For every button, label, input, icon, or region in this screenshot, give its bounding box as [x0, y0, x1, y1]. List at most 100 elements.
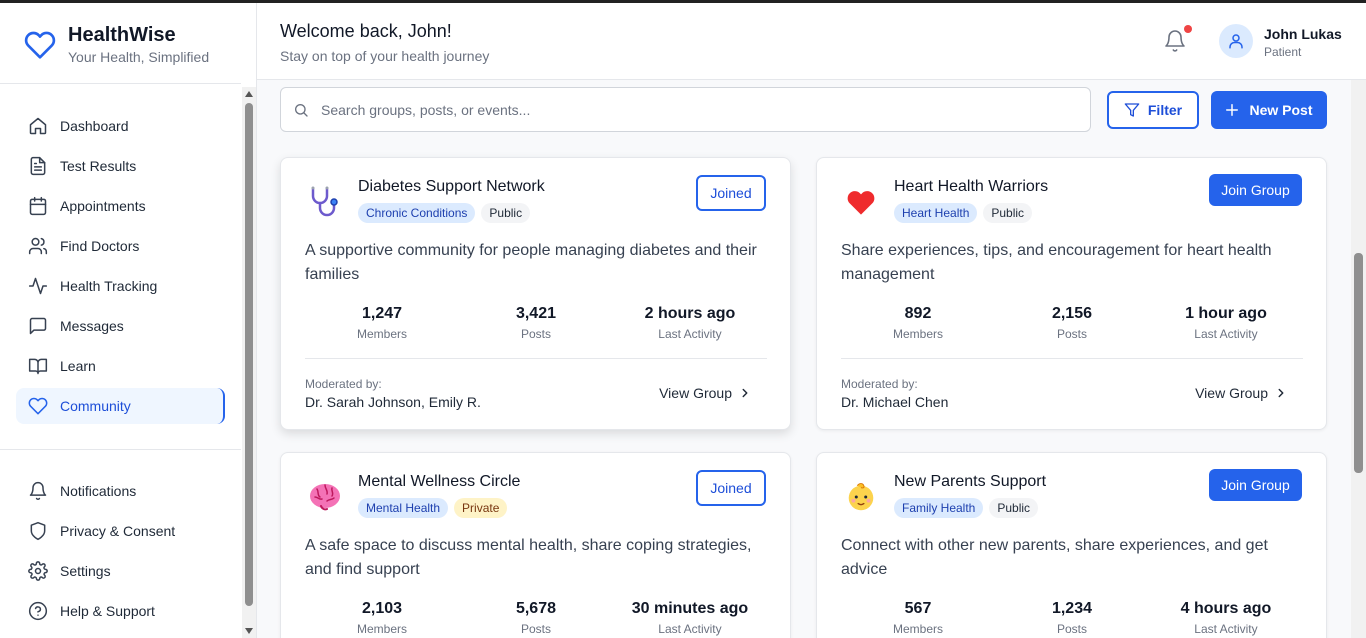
divider — [0, 83, 241, 84]
sidebar-item-label: Find Doctors — [60, 238, 140, 254]
avatar[interactable] — [1219, 24, 1253, 58]
members-count: 1,247 — [361, 305, 403, 322]
view-group-link[interactable]: View Group — [659, 385, 752, 401]
welcome-subtitle: Stay on top of your health journey — [280, 48, 490, 64]
group-tags: Heart Health Public — [894, 203, 1038, 223]
sidebar-item-label: Dashboard — [60, 118, 129, 134]
members-label: Members — [356, 622, 407, 636]
category-badge: Family Health — [894, 498, 984, 518]
sidebar: HealthWise Your Health, Simplified Dashb… — [0, 3, 257, 638]
message-icon — [29, 317, 47, 335]
privacy-badge: Private — [454, 498, 508, 518]
sidebar-item-dashboard[interactable]: Dashboard — [16, 108, 225, 144]
category-badge: Chronic Conditions — [358, 203, 476, 223]
scroll-up-arrow[interactable] — [245, 91, 253, 97]
main-scrollbar[interactable] — [1351, 80, 1366, 638]
last-activity: 2 hours ago — [644, 305, 736, 322]
sidebar-item-privacy[interactable]: Privacy & Consent — [16, 513, 225, 549]
search-icon — [295, 104, 308, 117]
join-group-button[interactable]: Join Group — [1209, 174, 1302, 206]
chevron-right-icon — [1278, 388, 1284, 398]
sidebar-item-health-tracking[interactable]: Health Tracking — [16, 268, 225, 304]
last-activity-label: Last Activity — [1194, 327, 1258, 341]
group-card[interactable]: New Parents Support Family Health Public… — [816, 452, 1327, 638]
view-group-link[interactable]: View Group — [1195, 385, 1288, 401]
group-title: Diabetes Support Network — [358, 178, 545, 195]
group-stats: 892 Members 2,156 Posts 1 hour ago Last Act… — [841, 305, 1303, 341]
joined-button[interactable]: Joined — [696, 175, 766, 211]
privacy-badge: Public — [983, 203, 1033, 223]
group-tags: Chronic Conditions Public — [358, 203, 536, 223]
user-icon — [1229, 34, 1243, 49]
group-title: Heart Health Warriors — [894, 178, 1049, 195]
group-description: Share experiences, tips, and encourageme… — [841, 242, 1272, 283]
group-description: A safe space to discuss mental health, s… — [305, 537, 752, 578]
sidebar-item-settings[interactable]: Settings — [16, 553, 225, 589]
user-name: John Lukas — [1264, 26, 1342, 42]
sidebar-item-label: Privacy & Consent — [60, 523, 176, 539]
last-activity: 30 minutes ago — [631, 600, 749, 617]
group-description: Connect with other new parents, share ex… — [841, 537, 1268, 578]
sidebar-item-notifications[interactable]: Notifications — [16, 473, 225, 509]
brand[interactable]: HealthWise Your Health, Simplified — [24, 23, 209, 65]
view-group-label: View Group — [1195, 385, 1268, 401]
group-card[interactable]: Diabetes Support Network Chronic Conditi… — [280, 157, 791, 430]
sidebar-item-label: Notifications — [60, 483, 137, 499]
posts-count: 3,421 — [515, 305, 556, 322]
sidebar-item-label: Learn — [60, 358, 96, 374]
search-box — [280, 87, 1091, 132]
last-activity-label: Last Activity — [1194, 622, 1258, 636]
filter-button[interactable]: Filter — [1107, 91, 1199, 129]
bell-icon — [29, 481, 47, 501]
sidebar-item-label: Messages — [60, 318, 124, 334]
sidebar-item-label: Help & Support — [60, 603, 155, 619]
moderator-names: Dr. Sarah Johnson, Emily R. — [305, 394, 481, 410]
sidebar-item-messages[interactable]: Messages — [16, 308, 225, 344]
user-role: Patient — [1264, 45, 1302, 59]
help-icon — [28, 601, 48, 621]
sidebar-item-community[interactable]: Community — [16, 388, 225, 424]
filter-icon — [1124, 103, 1140, 117]
scrollbar-thumb[interactable] — [245, 103, 253, 606]
brand-subtitle: Your Health, Simplified — [68, 49, 210, 65]
red-heart-icon — [841, 182, 881, 222]
posts-label: Posts — [1056, 327, 1087, 341]
sidebar-item-label: Settings — [60, 563, 111, 579]
search-input[interactable] — [321, 98, 1061, 122]
chevron-right-icon — [742, 388, 748, 398]
sidebar-item-find-doctors[interactable]: Find Doctors — [16, 228, 225, 264]
divider — [0, 449, 241, 450]
home-icon — [29, 117, 47, 135]
sidebar-item-help[interactable]: Help & Support — [16, 593, 225, 629]
sidebar-scrollbar[interactable] — [242, 87, 256, 638]
activity-icon — [28, 277, 48, 295]
group-description: A supportive community for people managi… — [305, 242, 757, 283]
new-post-button[interactable]: New Post — [1211, 91, 1327, 129]
sidebar-item-appointments[interactable]: Appointments — [16, 188, 225, 224]
shield-icon — [30, 521, 46, 541]
gear-icon — [28, 561, 48, 581]
group-title: New Parents Support — [894, 473, 1047, 490]
posts-label: Posts — [520, 327, 551, 341]
moderated-by-label: Moderated by: — [841, 377, 918, 391]
category-badge: Heart Health — [894, 203, 978, 223]
new-post-label: New Post — [1249, 102, 1313, 118]
group-card[interactable]: Heart Health Warriors Heart Health Publi… — [816, 157, 1327, 430]
joined-button[interactable]: Joined — [696, 470, 766, 506]
posts-label: Posts — [1056, 622, 1087, 636]
join-group-button[interactable]: Join Group — [1209, 469, 1302, 501]
last-activity-label: Last Activity — [658, 622, 722, 636]
group-stats: 567 Members 1,234 Posts 4 hours ago Last Ac… — [841, 600, 1303, 636]
group-card[interactable]: Mental Wellness Circle Mental Health Pri… — [280, 452, 791, 638]
sidebar-item-test-results[interactable]: Test Results — [16, 148, 225, 184]
notification-bell-icon[interactable] — [1163, 28, 1187, 54]
sidebar-item-learn[interactable]: Learn — [16, 348, 225, 384]
group-tags: Mental Health Private — [358, 498, 513, 518]
scroll-down-arrow[interactable] — [245, 628, 253, 634]
plus-icon — [1226, 104, 1239, 116]
posts-count: 5,678 — [515, 600, 556, 617]
sidebar-item-label: Health Tracking — [60, 278, 158, 294]
filter-label: Filter — [1147, 102, 1183, 118]
privacy-badge: Public — [481, 203, 531, 223]
scrollbar-thumb[interactable] — [1354, 253, 1363, 473]
